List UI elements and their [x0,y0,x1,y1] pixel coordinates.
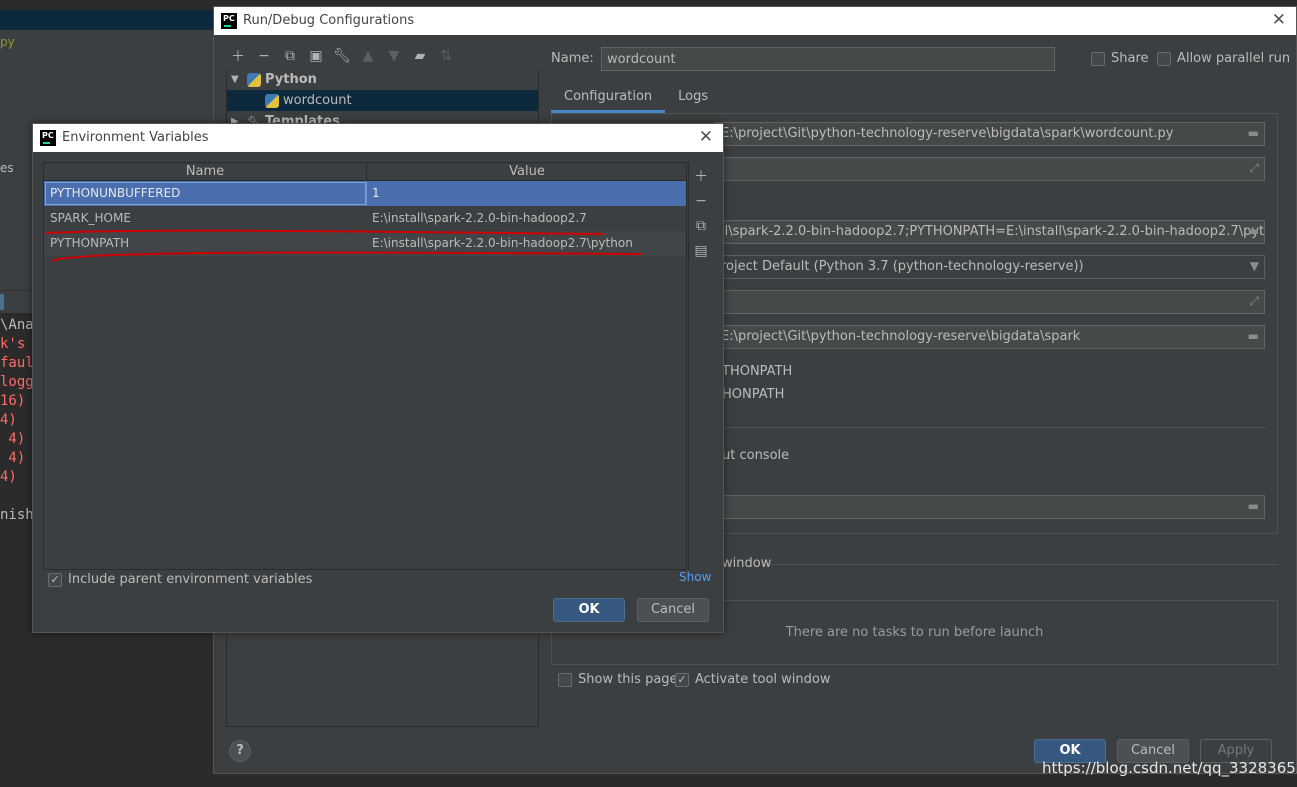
env-vars-value: ll\spark-2.2.0-bin-hadoop2.7;PYTHONPATH=… [721,224,1265,239]
tab-configuration[interactable]: Configuration [551,85,666,113]
folder-add-icon[interactable]: ▰ [409,45,431,67]
copy-icon[interactable]: ⧉ [279,45,301,67]
tree-item-label: wordcount [283,93,352,108]
pycharm-logo-icon: PC [221,13,237,29]
dialog-title: Run/Debug Configurations [243,13,415,28]
script-path-field[interactable]: E:\project\Git\python-technology-reserve… [714,122,1265,146]
activate-tool-window-label: Activate tool window [695,672,831,687]
watermark: https://blog.csdn.net/qq_33283652 [1042,759,1297,777]
before-launch-label: window [722,556,772,571]
checkbox-box[interactable] [1157,51,1171,66]
chevron-down-icon[interactable]: ▼ [1250,259,1259,273]
chevron-down-icon[interactable]: ▼ [231,74,243,85]
working-dir-field[interactable]: E:\project\Git\python-technology-reserve… [714,325,1265,349]
share-label: Share [1111,51,1149,66]
add-content-roots-label: THONPATH [722,364,793,379]
env-vars-field[interactable]: ll\spark-2.2.0-bin-hadoop2.7;PYTHONPATH=… [714,220,1265,244]
name-label: Name: [551,51,594,66]
save-icon[interactable]: ▣ [305,45,327,67]
console-line: 4) [0,469,17,485]
show-link[interactable]: Show [679,570,711,584]
tree-item-wordcount[interactable]: wordcount [227,90,538,111]
move-down-icon[interactable]: ▼ [383,45,405,67]
python-icon [265,93,279,108]
env-ok-button[interactable]: OK [553,598,625,622]
ide-fragment: py [0,35,15,49]
red-underline-annotation [44,229,642,262]
folder-icon[interactable]: ▬ [1248,224,1259,238]
show-this-page-checkbox[interactable]: Show this page [558,672,678,687]
console-line: 4) [0,431,26,447]
folder-icon[interactable]: ▬ [1248,329,1259,343]
console-line: logg [0,374,34,390]
sort-icon[interactable]: ⇅ [435,45,457,67]
tab-logs[interactable]: Logs [665,85,721,113]
folder-icon[interactable]: ▬ [1248,499,1259,513]
wrench-icon[interactable]: 🔧︎ [331,45,353,67]
folder-icon[interactable]: ▬ [1248,126,1259,140]
console-line: 4) [0,412,17,428]
activate-tool-window-checkbox[interactable]: ✓ Activate tool window [675,672,830,687]
section-divider [770,564,1278,565]
checkmark-icon[interactable]: ✓ [48,572,62,587]
help-button[interactable]: ? [229,740,251,762]
expand-icon[interactable]: ⤢ [1249,161,1259,176]
config-name-input[interactable] [601,47,1055,71]
console-line: k's [0,336,26,352]
empty-tasks-text: There are no tasks to run before launch [785,625,1044,640]
add-icon[interactable]: ＋ [227,45,249,67]
redirect-input-field[interactable]: ▬ [714,495,1265,519]
console-line: 4) [0,450,26,466]
interpreter-value: roject Default (Python 3.7 (python-techn… [721,259,1084,274]
interpreter-options-field[interactable]: ⤢ [714,290,1265,314]
parameters-field[interactable]: ⤢ [714,157,1265,181]
script-path-value: E:\project\Git\python-technology-reserve… [721,126,1174,141]
console-line: faul [0,355,34,371]
interpreter-select[interactable]: roject Default (Python 3.7 (python-techn… [714,255,1265,279]
tree-item-label: Python [265,72,317,87]
include-parent-label: Include parent environment variables [68,572,313,587]
close-icon[interactable]: ✕ [1272,10,1286,30]
include-parent-checkbox[interactable]: ✓ Include parent environment variables [48,572,312,587]
show-this-page-label: Show this page [578,672,678,687]
tree-item-python[interactable]: ▼ Python [227,69,538,90]
console-option-label: ut console [722,448,790,463]
remove-icon[interactable]: − [253,45,275,67]
python-icon [247,72,261,87]
checkmark-icon[interactable]: ✓ [675,672,689,687]
run-debug-titlebar: PC Run/Debug Configurations ✕ [214,7,1296,35]
allow-parallel-checkbox[interactable]: Allow parallel run [1157,51,1290,66]
expand-icon[interactable]: ⤢ [1249,294,1259,309]
config-toolbar: ＋ − ⧉ ▣ 🔧︎ ▲ ▼ ▰ ⇅ [227,45,457,67]
ide-title-strip [0,10,213,30]
allow-parallel-label: Allow parallel run [1177,51,1291,66]
console-line: nish [0,507,34,523]
ide-fragment: es [0,161,14,175]
console-line: 16) [0,393,26,409]
add-source-roots-label: HONPATH [722,387,785,402]
working-dir-value: E:\project\Git\python-technology-reserve… [721,329,1081,344]
move-up-icon[interactable]: ▲ [357,45,379,67]
checkbox-box[interactable] [558,672,572,687]
config-tabs: Configuration Logs [551,85,721,113]
environment-variables-dialog: PC Environment Variables ✕ Name Value PY… [32,123,724,633]
env-cancel-button[interactable]: Cancel [637,598,709,622]
share-checkbox[interactable]: Share [1091,51,1149,66]
console-line: \Ana [0,317,34,333]
checkbox-box[interactable] [1091,51,1105,66]
